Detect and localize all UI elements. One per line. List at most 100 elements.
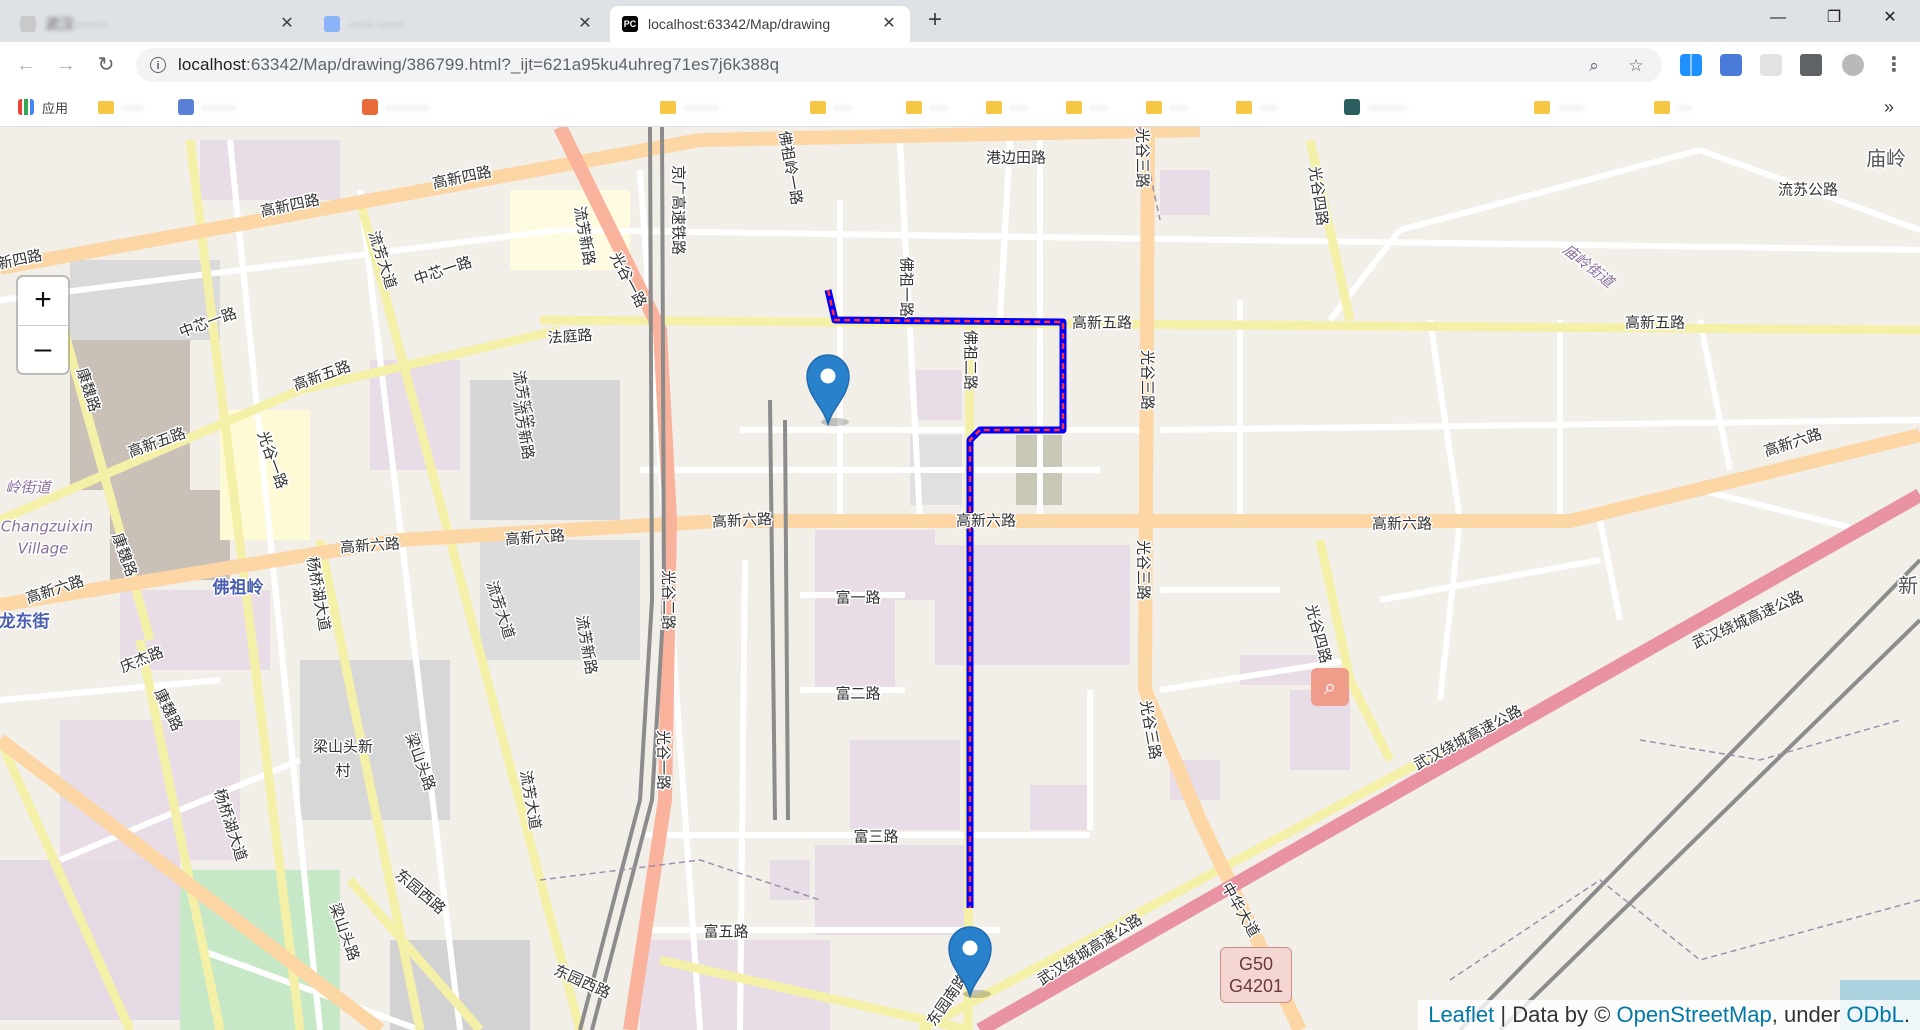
map-container[interactable]: 高新四路 高新四路 新四路 港边田路 流苏公路 庙岭 高新五路 高新五路 高新五路 高新五路 法庭路…: [0, 127, 1920, 1030]
road-label: 龙东街: [0, 611, 50, 632]
close-tab-icon[interactable]: ✕: [880, 15, 898, 33]
bookmark-folder[interactable]: ········: [660, 97, 719, 117]
minimize-button[interactable]: —: [1750, 0, 1806, 36]
avatar[interactable]: [1842, 54, 1864, 76]
tab-1[interactable]: 武汉······· ✕: [8, 6, 308, 42]
shield-line: G50: [1238, 954, 1274, 974]
folder-icon: [660, 100, 676, 114]
bookmark-folder[interactable]: ·····: [98, 97, 144, 117]
url-host: localhost: [178, 55, 246, 74]
bookmarks-bar: 应用 ····· ········ ·········· ········ ··…: [0, 88, 1920, 127]
road-label: 庙岭: [1866, 147, 1906, 171]
bookmark-star-icon[interactable]: ☆: [1626, 56, 1646, 76]
bookmark-apps[interactable]: 应用: [18, 97, 68, 117]
attribution-text: , under: [1771, 1002, 1847, 1027]
road-label: 富五路: [703, 923, 748, 941]
shield-line: G4201: [1228, 976, 1284, 996]
tab-strip: 武汉······· ✕ ····· ······ ✕ PC localhost:…: [0, 0, 1920, 42]
bookmark-folder[interactable]: ····: [810, 97, 851, 117]
reload-icon[interactable]: ↻: [92, 51, 120, 79]
zoom-in-button[interactable]: +: [18, 277, 68, 326]
road-label: 武汉绕城高速公路: [1411, 701, 1525, 773]
windows-extension-icon[interactable]: [1680, 54, 1702, 76]
bookmark-item[interactable]: ·········: [1344, 97, 1407, 117]
end-marker-icon[interactable]: [947, 924, 993, 998]
tab-active[interactable]: PC localhost:63342/Map/drawing ✕: [610, 6, 910, 42]
bookmark-label: ··········: [386, 99, 430, 115]
leaflet-link[interactable]: Leaflet: [1428, 1002, 1494, 1027]
road-label: 高新五路: [1072, 314, 1132, 332]
zoom-out-button[interactable]: –: [18, 326, 68, 374]
bookmark-folder[interactable]: ····: [1236, 97, 1277, 117]
road-label: 富一路: [835, 589, 880, 607]
road-label: 村: [335, 762, 350, 780]
restore-button[interactable]: ❐: [1806, 0, 1862, 36]
bookmark-label: ·····: [122, 99, 144, 115]
bookmark-label: 应用: [42, 100, 69, 116]
bookmark-label: ····: [1090, 99, 1108, 115]
menu-icon[interactable]: ⋮: [1880, 51, 1908, 79]
bookmarks-overflow-icon[interactable]: »: [1884, 97, 1894, 117]
extension-icon[interactable]: [1760, 54, 1782, 76]
bookmark-folder[interactable]: ····: [1146, 97, 1187, 117]
bookmark-folder[interactable]: ····: [986, 97, 1027, 117]
address-bar[interactable]: i localhost:63342/Map/drawing/386799.htm…: [136, 48, 1662, 82]
back-icon[interactable]: ←: [12, 51, 40, 79]
tab-title: localhost:63342/Map/drawing: [648, 16, 831, 32]
osm-link[interactable]: OpenStreetMap: [1616, 1002, 1771, 1027]
site-icon: [178, 99, 194, 115]
zoom-control: + –: [18, 277, 68, 373]
attribution-text: | Data by ©: [1494, 1002, 1617, 1027]
highway-shield: G50 G4201: [1220, 947, 1292, 1003]
boundary-lines: [539, 127, 1920, 981]
road-label: 高新五路: [1625, 314, 1685, 332]
road-label: 流苏公路: [1778, 181, 1838, 199]
url-text[interactable]: localhost:63342/Map/drawing/386799.html?…: [178, 55, 779, 75]
bookmark-item[interactable]: ··········: [362, 97, 429, 117]
bookmark-folder[interactable]: ····: [906, 97, 947, 117]
site-info-icon[interactable]: i: [150, 57, 166, 73]
zoom-icon[interactable]: ⌕: [1584, 56, 1604, 76]
search-icon[interactable]: ⌕: [1311, 668, 1349, 706]
tab-favicon: [20, 16, 36, 32]
road-label: 高新六路: [956, 512, 1016, 530]
close-tab-icon[interactable]: ✕: [576, 15, 594, 33]
folder-icon: [810, 100, 826, 114]
translate-extension-icon[interactable]: [1720, 54, 1742, 76]
tab-title: 武汉·······: [46, 16, 107, 32]
bookmark-item[interactable]: ········: [178, 97, 237, 117]
bookmark-folder[interactable]: ···: [1654, 97, 1691, 117]
bookmark-label: ········: [684, 99, 719, 115]
bookmark-label: ····: [834, 99, 852, 115]
road-label: 佛祖岭: [212, 577, 264, 598]
road-label: 京广高速铁路: [670, 165, 688, 255]
forward-icon[interactable]: →: [52, 51, 80, 79]
folder-icon: [1534, 100, 1550, 114]
close-tab-icon[interactable]: ✕: [278, 15, 296, 33]
folder-icon: [1654, 100, 1670, 114]
folder-icon: [1236, 100, 1252, 114]
road-label: Village: [18, 540, 69, 558]
bookmark-folder[interactable]: ······: [1534, 97, 1584, 117]
road-label: 法庭路: [547, 326, 593, 347]
url-path: :63342/Map/drawing/386799.html?_ijt=621a…: [246, 55, 780, 74]
bookmark-label: ······: [1558, 99, 1584, 115]
road-label: 高新六路: [339, 534, 400, 556]
tab-2[interactable]: ····· ······ ✕: [312, 6, 606, 42]
folder-icon: [98, 100, 114, 114]
puzzle-icon[interactable]: [1800, 54, 1822, 76]
road-label: 光谷三路: [1135, 540, 1153, 600]
odbl-link[interactable]: ODbL: [1846, 1002, 1903, 1027]
road-label: 高新六路: [1372, 515, 1432, 533]
road-label: 港边田路: [986, 149, 1046, 167]
bookmark-label: ········: [202, 99, 237, 115]
start-marker-icon[interactable]: [805, 352, 851, 426]
close-window-button[interactable]: ✕: [1862, 0, 1918, 36]
road-label: 光谷二路: [660, 570, 678, 630]
new-tab-button[interactable]: +: [922, 8, 948, 34]
folder-icon: [1066, 100, 1082, 114]
browser-toolbar: ← → ↻ i localhost:63342/Map/drawing/3867…: [0, 42, 1920, 88]
bookmark-folder[interactable]: ····: [1066, 97, 1107, 117]
apps-grid-icon: [18, 99, 34, 115]
road-label: 梁山头新: [313, 738, 373, 756]
